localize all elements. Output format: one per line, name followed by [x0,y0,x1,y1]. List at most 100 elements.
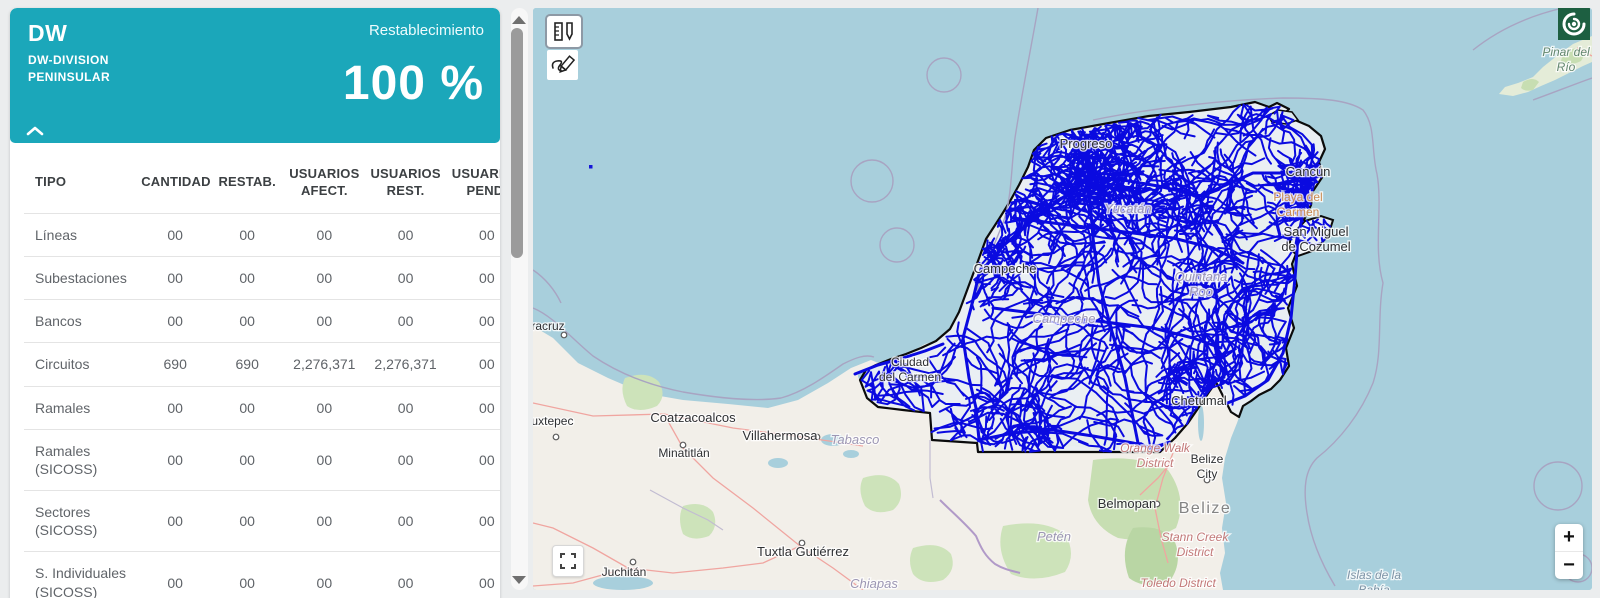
table-row: Circuitos6906902,276,3712,276,37100 [24,343,500,386]
zoom-out-button[interactable]: − [1555,552,1583,579]
scroll-down-arrow-icon[interactable] [512,576,526,584]
table-row: Bancos0000000000 [24,300,500,343]
map-label: Belmopan [1098,496,1157,511]
restoration-panel: DW DW-DIVISION PENINSULAR Restablecimien… [10,8,500,598]
row-value: 00 [139,491,211,552]
row-value: 00 [446,256,500,299]
map-label: Minatitlán [658,446,709,460]
row-value: 00 [283,213,365,256]
row-value: 00 [365,256,445,299]
draw-tool-button[interactable] [547,50,578,80]
map-label: Chiapas [850,576,898,590]
row-value: 00 [365,552,445,598]
row-value: 00 [283,491,365,552]
restoration-table: TIPOCANTIDADRESTAB.USUARIOS AFECT.USUARI… [24,150,500,598]
table-row: Ramales (SICOSS)0000000000 [24,429,500,490]
row-value: 00 [365,491,445,552]
row-label: S. Individuales (SICOSS) [24,552,139,598]
column-header: USUARIOS PEND. [446,150,500,213]
map-label: Cancún [1286,164,1331,179]
row-value: 00 [139,213,211,256]
row-value: 00 [365,386,445,429]
row-value: 00 [139,300,211,343]
row-value: 00 [283,552,365,598]
row-value: 00 [446,343,500,386]
row-value: 00 [283,300,365,343]
row-label: Ramales (SICOSS) [24,429,139,490]
row-value: 00 [211,213,283,256]
table-header-row: TIPOCANTIDADRESTAB.USUARIOS AFECT.USUARI… [24,150,500,213]
table-row: Líneas0000000000 [24,213,500,256]
panel-scrollbar[interactable] [508,8,530,590]
map-label: San Miguelde Cozumel [1281,224,1350,254]
column-header: CANTIDAD [139,150,211,213]
column-header: USUARIOS REST. [365,150,445,213]
division-name: DW-DIVISION PENINSULAR [28,52,178,87]
ruler-pen-icon [553,21,575,42]
row-value: 00 [211,429,283,490]
table-row: Ramales0000000000 [24,386,500,429]
map-label: Chetumal [1171,393,1227,408]
row-value: 00 [446,429,500,490]
fullscreen-button[interactable] [552,545,584,577]
row-label: Sectores (SICOSS) [24,491,139,552]
row-label: Bancos [24,300,139,343]
swirl-logo-icon [1561,11,1587,37]
metric-label: Restablecimiento [369,22,484,39]
table-row: Subestaciones0000000000 [24,256,500,299]
row-value: 2,276,371 [365,343,445,386]
offshore-node [589,165,593,169]
row-value: 00 [139,256,211,299]
row-value: 00 [446,491,500,552]
map-label: Coatzacoalcos [650,410,736,425]
map-label: Campeche [1033,311,1096,326]
row-value: 00 [211,552,283,598]
row-value: 00 [211,491,283,552]
city-marker-icon [553,434,559,440]
collapse-chevron-icon[interactable] [26,125,44,137]
row-value: 00 [139,429,211,490]
column-header: RESTAB. [211,150,283,213]
row-value: 690 [139,343,211,386]
table-row: Sectores (SICOSS)0000000000 [24,491,500,552]
map-label: Juchitán [602,565,647,579]
map-label: Playa delCarmen [1273,190,1322,219]
row-label: Subestaciones [24,256,139,299]
map-label: Villahermosa [743,428,819,443]
app-stage: DW DW-DIVISION PENINSULAR Restablecimien… [0,0,1600,598]
map-label: Veracruz [533,319,565,333]
map-label: Tabasco [831,432,880,447]
row-value: 00 [446,552,500,598]
map-label: Progreso [1060,136,1113,151]
metric-value: 100 % [343,56,484,111]
row-value: 00 [446,300,500,343]
zoom-in-button[interactable]: + [1555,524,1583,551]
map-label: Tuxtla Gutiérrez [757,544,849,559]
row-value: 00 [211,300,283,343]
scrollbar-thumb[interactable] [511,28,523,258]
row-value: 00 [365,213,445,256]
row-value: 00 [139,552,211,598]
brand-logo-button[interactable] [1558,8,1590,40]
row-value: 00 [365,300,445,343]
city-marker-icon [561,332,567,338]
row-value: 00 [446,213,500,256]
row-value: 00 [283,429,365,490]
row-value: 2,276,371 [283,343,365,386]
row-value: 690 [211,343,283,386]
row-value: 00 [365,429,445,490]
map-container[interactable]: Progreso Campeche Cancún Playa delCarmen San… [533,8,1592,590]
map-label: Yucatán [1104,201,1151,216]
panel-header: DW DW-DIVISION PENINSULAR Restablecimien… [10,8,500,143]
map-canvas[interactable]: Progreso Campeche Cancún Playa delCarmen San… [533,8,1592,590]
column-header: TIPO [24,150,139,213]
scroll-up-arrow-icon[interactable] [512,16,526,24]
row-value: 00 [283,386,365,429]
fullscreen-icon [560,553,576,569]
row-value: 00 [211,386,283,429]
division-code: DW [28,20,67,47]
measure-tool-button[interactable] [545,14,583,49]
pencil-scribble-icon [551,54,575,76]
row-label: Circuitos [24,343,139,386]
zoom-control: + − [1555,524,1583,579]
